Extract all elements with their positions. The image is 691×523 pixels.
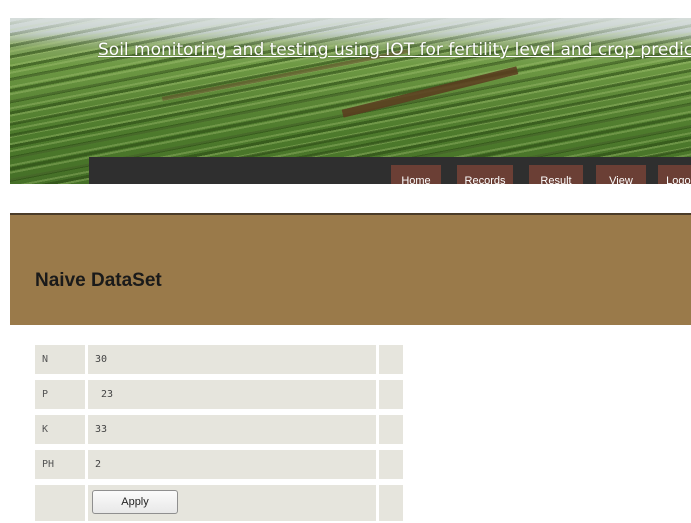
- field-extra-cell: [379, 345, 403, 374]
- field-label-ph: PH: [35, 450, 85, 479]
- field-label-empty: [35, 485, 85, 521]
- field-value-p[interactable]: 23: [88, 380, 376, 409]
- field-value-ph[interactable]: 2: [88, 450, 376, 479]
- field-extra-cell: [379, 380, 403, 409]
- field-label-p: P: [35, 380, 85, 409]
- banner-furrow: [341, 66, 519, 118]
- form-row-k: K 33: [35, 415, 403, 450]
- nav-bar: Home Records Result View Logout: [89, 157, 691, 184]
- top-strip: [0, 0, 691, 18]
- field-extra-cell: [379, 450, 403, 479]
- field-value-n[interactable]: 30: [88, 345, 376, 374]
- nav-result-button[interactable]: Result: [529, 165, 583, 184]
- field-label-n: N: [35, 345, 85, 374]
- apply-button[interactable]: Apply: [92, 490, 178, 514]
- nav-home-button[interactable]: Home: [391, 165, 441, 184]
- site-title[interactable]: Soil monitoring and testing using IOT fo…: [98, 36, 691, 64]
- form-row-submit: Apply: [35, 485, 403, 523]
- nav-logout-button[interactable]: Logout: [658, 165, 691, 184]
- header-banner: Soil monitoring and testing using IOT fo…: [10, 18, 691, 184]
- form-row-n: N 30: [35, 345, 403, 380]
- field-value-k[interactable]: 33: [88, 415, 376, 444]
- nav-view-button[interactable]: View: [596, 165, 646, 184]
- submit-cell: Apply: [88, 485, 376, 521]
- section-header: Naive DataSet: [10, 213, 691, 325]
- form-row-p: P 23: [35, 380, 403, 415]
- field-extra-cell: [379, 415, 403, 444]
- field-label-k: K: [35, 415, 85, 444]
- field-extra-cell: [379, 485, 403, 521]
- page-title: Naive DataSet: [35, 270, 162, 291]
- nav-records-button[interactable]: Records: [457, 165, 513, 184]
- form-row-ph: PH 2: [35, 450, 403, 485]
- dataset-form: N 30 P 23 K 33 PH 2 Apply: [35, 345, 403, 523]
